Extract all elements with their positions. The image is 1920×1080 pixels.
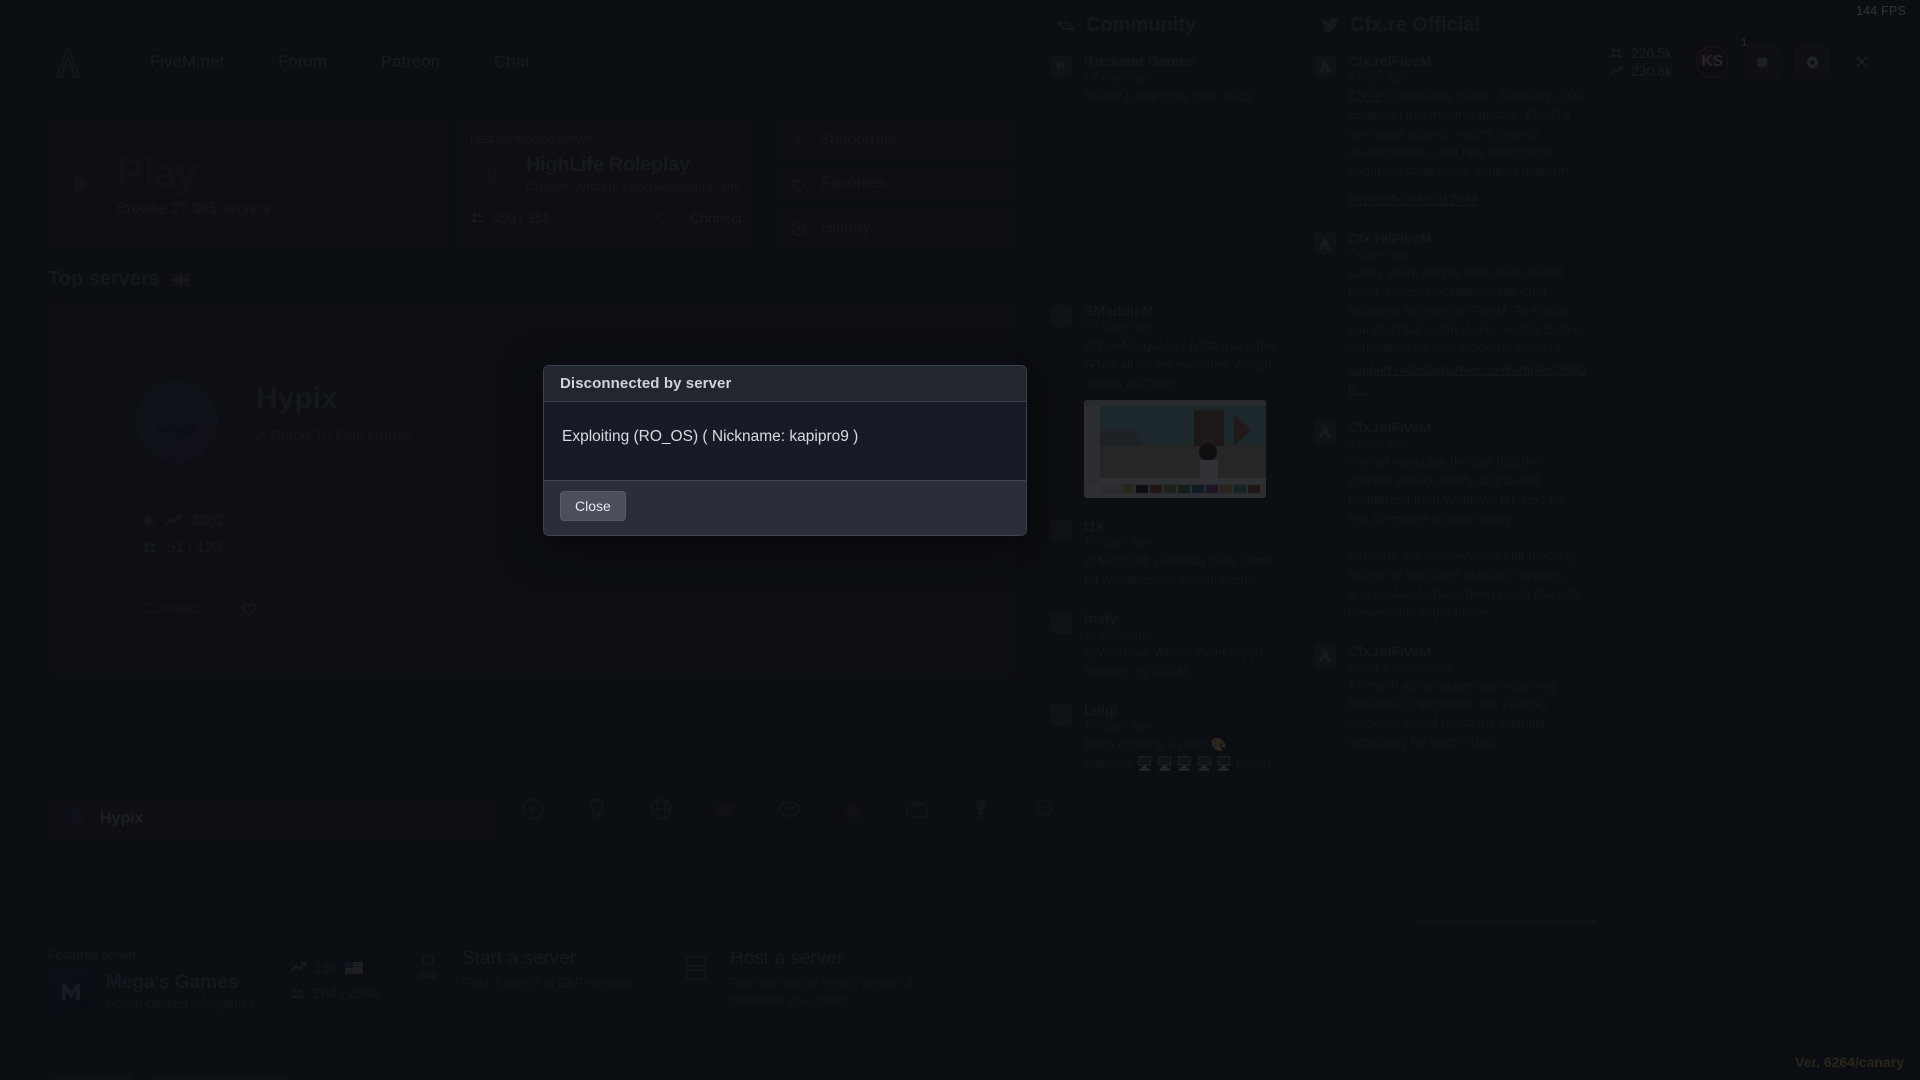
modal-body: Exploiting (RO_OS) ( Nickname: kapipro9 …: [544, 402, 1026, 480]
fivem-client-window: FiveM.net Forum Patreon Chat 220.5k: [0, 0, 1920, 1080]
modal-title: Disconnected by server: [560, 375, 732, 392]
modal-footer: Close: [544, 480, 1026, 535]
modal-message: Exploiting (RO_OS) ( Nickname: kapipro9 …: [562, 428, 859, 445]
disconnected-modal: Disconnected by server Exploiting (RO_OS…: [543, 365, 1027, 536]
close-button[interactable]: Close: [560, 491, 626, 521]
modal-titlebar: Disconnected by server: [544, 366, 1026, 402]
modal-overlay: [0, 0, 1920, 1080]
